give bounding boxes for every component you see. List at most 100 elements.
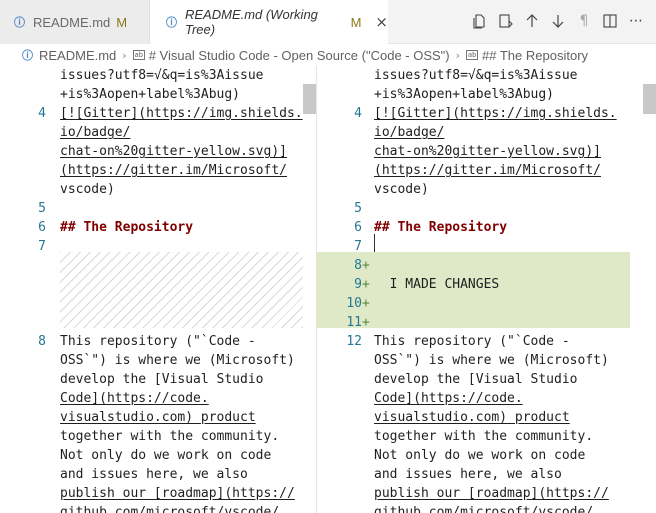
more-icon[interactable]: ⋯ bbox=[628, 12, 644, 30]
scrollbar-thumb[interactable] bbox=[303, 84, 316, 114]
code-text: io/badge/ bbox=[374, 125, 445, 140]
code-line[interactable]: +is%3Aopen+label%3Abug) bbox=[0, 85, 316, 104]
code-line[interactable]: chat-on%20gitter-yellow.svg)] bbox=[0, 142, 316, 161]
code-line[interactable]: 4 [![Gitter](https://img.shields. bbox=[0, 104, 316, 123]
code-line[interactable]: +is%3Aopen+label%3Abug) bbox=[316, 85, 656, 104]
code-line[interactable]: together with the community. bbox=[0, 427, 316, 446]
code-text: publish our [roadmap](https:// bbox=[60, 486, 295, 501]
arrow-up-icon[interactable] bbox=[524, 12, 540, 30]
open-file-icon[interactable] bbox=[472, 12, 488, 30]
diff-original-pane[interactable]: issues?utf8=√&q=is%3Aissue +is%3Aopen+lab… bbox=[0, 66, 316, 513]
code-text: OSS`") is where we (Microsoft) bbox=[374, 353, 609, 368]
code-line[interactable]: 10 + bbox=[316, 294, 656, 313]
code-line[interactable]: publish our [roadmap](https:// bbox=[0, 484, 316, 503]
line-number: 7 bbox=[354, 239, 362, 254]
modified-badge: M bbox=[350, 14, 362, 30]
code-text: (https://gitter.im/Microsoft/ bbox=[60, 163, 287, 178]
code-line[interactable]: OSS`") is where we (Microsoft) bbox=[316, 351, 656, 370]
code-text: github.com/microsoft/vscode/ bbox=[60, 505, 280, 513]
code-line[interactable]: (https://gitter.im/Microsoft/ bbox=[0, 161, 316, 180]
chevron-right-icon: › bbox=[455, 48, 461, 62]
code-line[interactable]: github.com/microsoft/vscode/ bbox=[316, 503, 656, 513]
code-line[interactable]: issues?utf8=√&q=is%3Aissue bbox=[316, 66, 656, 85]
code-line[interactable]: io/badge/ bbox=[316, 123, 656, 142]
code-line[interactable]: and issues here, we also bbox=[0, 465, 316, 484]
code-text: visualstudio.com) product bbox=[374, 410, 570, 425]
text-cursor bbox=[374, 234, 375, 252]
code-line[interactable]: Not only do we work on code bbox=[316, 446, 656, 465]
code-line[interactable]: together with the community. bbox=[316, 427, 656, 446]
tab-readme[interactable]: ⓘ README.md M bbox=[0, 0, 150, 44]
code-line[interactable]: Code](https://code. bbox=[316, 389, 656, 408]
code-line[interactable]: publish our [roadmap](https:// bbox=[316, 484, 656, 503]
breadcrumb-section[interactable]: ## The Repository bbox=[482, 48, 588, 63]
code-line[interactable]: (https://gitter.im/Microsoft/ bbox=[316, 161, 656, 180]
open-changes-icon[interactable] bbox=[498, 12, 514, 30]
code-text: [![Gitter](https://img.shields. bbox=[60, 106, 303, 121]
line-number: 8 bbox=[354, 258, 362, 273]
code-text: +is%3Aopen+label%3Abug) bbox=[374, 87, 555, 102]
breadcrumb-file[interactable]: README.md bbox=[39, 48, 116, 63]
code-line[interactable]: chat-on%20gitter-yellow.svg)] bbox=[316, 142, 656, 161]
code-line[interactable]: 11 + bbox=[316, 313, 656, 332]
split-editor-icon[interactable] bbox=[602, 12, 618, 30]
code-line[interactable]: 5 bbox=[0, 199, 316, 218]
line-number: 5 bbox=[354, 201, 362, 216]
code-line[interactable]: 8 This repository ("`Code - bbox=[0, 332, 316, 351]
modified-badge: M bbox=[116, 14, 128, 30]
editor-actions: ¶ ⋯ bbox=[472, 12, 644, 30]
code-line[interactable]: issues?utf8=√&q=is%3Aissue bbox=[0, 66, 316, 85]
code-line[interactable]: and issues here, we also bbox=[316, 465, 656, 484]
code-text: chat-on%20gitter-yellow.svg)] bbox=[374, 144, 601, 159]
scrollbar-thumb[interactable] bbox=[643, 84, 656, 114]
tab-label: README.md bbox=[33, 14, 111, 30]
code-text: OSS`") is where we (Microsoft) bbox=[60, 353, 295, 368]
added-line-marker: + bbox=[362, 277, 370, 292]
code-line[interactable]: Not only do we work on code bbox=[0, 446, 316, 465]
pilcrow-icon[interactable]: ¶ bbox=[576, 12, 592, 30]
code-text: Code](https://code. bbox=[374, 391, 523, 406]
code-text: develop the [Visual Studio bbox=[60, 372, 264, 387]
code-text: and issues here, we also bbox=[374, 467, 562, 482]
code-line[interactable]: io/badge/ bbox=[0, 123, 316, 142]
line-number: 7 bbox=[38, 239, 46, 254]
line-number: 6 bbox=[354, 220, 362, 235]
breadcrumb-section[interactable]: # Visual Studio Code - Open Source ("Cod… bbox=[149, 48, 450, 63]
line-number: 5 bbox=[38, 201, 46, 216]
added-line-marker: + bbox=[362, 258, 370, 273]
tab-readme-working-tree[interactable]: ⓘ README.md (Working Tree) M × bbox=[150, 0, 388, 44]
chevron-right-icon: › bbox=[122, 48, 127, 62]
code-line[interactable]: 9 + I MADE CHANGES bbox=[316, 275, 656, 294]
code-line[interactable]: 7 bbox=[316, 237, 656, 256]
code-line[interactable]: 6 ## The Repository bbox=[0, 218, 316, 237]
code-line[interactable]: vscode) bbox=[0, 180, 316, 199]
code-text: io/badge/ bbox=[60, 125, 131, 140]
code-text: [![Gitter](https://img.shields. bbox=[374, 106, 617, 121]
code-line[interactable]: visualstudio.com) product bbox=[316, 408, 656, 427]
diff-modified-pane[interactable]: issues?utf8=√&q=is%3Aissue +is%3Aopen+lab… bbox=[316, 66, 656, 513]
code-line[interactable]: 6 ## The Repository bbox=[316, 218, 656, 237]
code-line[interactable]: 5 bbox=[316, 199, 656, 218]
arrow-down-icon[interactable] bbox=[550, 12, 566, 30]
code-line[interactable]: Code](https://code. bbox=[0, 389, 316, 408]
line-number: 6 bbox=[38, 220, 46, 235]
code-text: Not only do we work on code bbox=[374, 448, 586, 463]
breadcrumb: ⓘ README.md › ab # Visual Studio Code - … bbox=[0, 44, 656, 66]
code-line[interactable]: 7 bbox=[0, 237, 316, 256]
line-number: 11 bbox=[346, 315, 362, 330]
code-text: vscode) bbox=[374, 182, 429, 197]
code-line[interactable]: github.com/microsoft/vscode/ bbox=[0, 503, 316, 513]
code-line[interactable]: vscode) bbox=[316, 180, 656, 199]
code-line[interactable]: 12 This repository ("`Code - bbox=[316, 332, 656, 351]
code-text: develop the [Visual Studio bbox=[374, 372, 578, 387]
code-line[interactable]: 8 + bbox=[316, 256, 656, 275]
code-text: publish our [roadmap](https:// bbox=[374, 486, 609, 501]
line-number: 10 bbox=[346, 296, 362, 311]
code-line[interactable]: 4 [![Gitter](https://img.shields. bbox=[316, 104, 656, 123]
code-line[interactable]: visualstudio.com) product bbox=[0, 408, 316, 427]
code-line[interactable]: OSS`") is where we (Microsoft) bbox=[0, 351, 316, 370]
code-line[interactable]: develop the [Visual Studio bbox=[0, 370, 316, 389]
close-icon[interactable]: × bbox=[375, 13, 388, 31]
code-line[interactable]: develop the [Visual Studio bbox=[316, 370, 656, 389]
line-number: 12 bbox=[346, 334, 362, 349]
